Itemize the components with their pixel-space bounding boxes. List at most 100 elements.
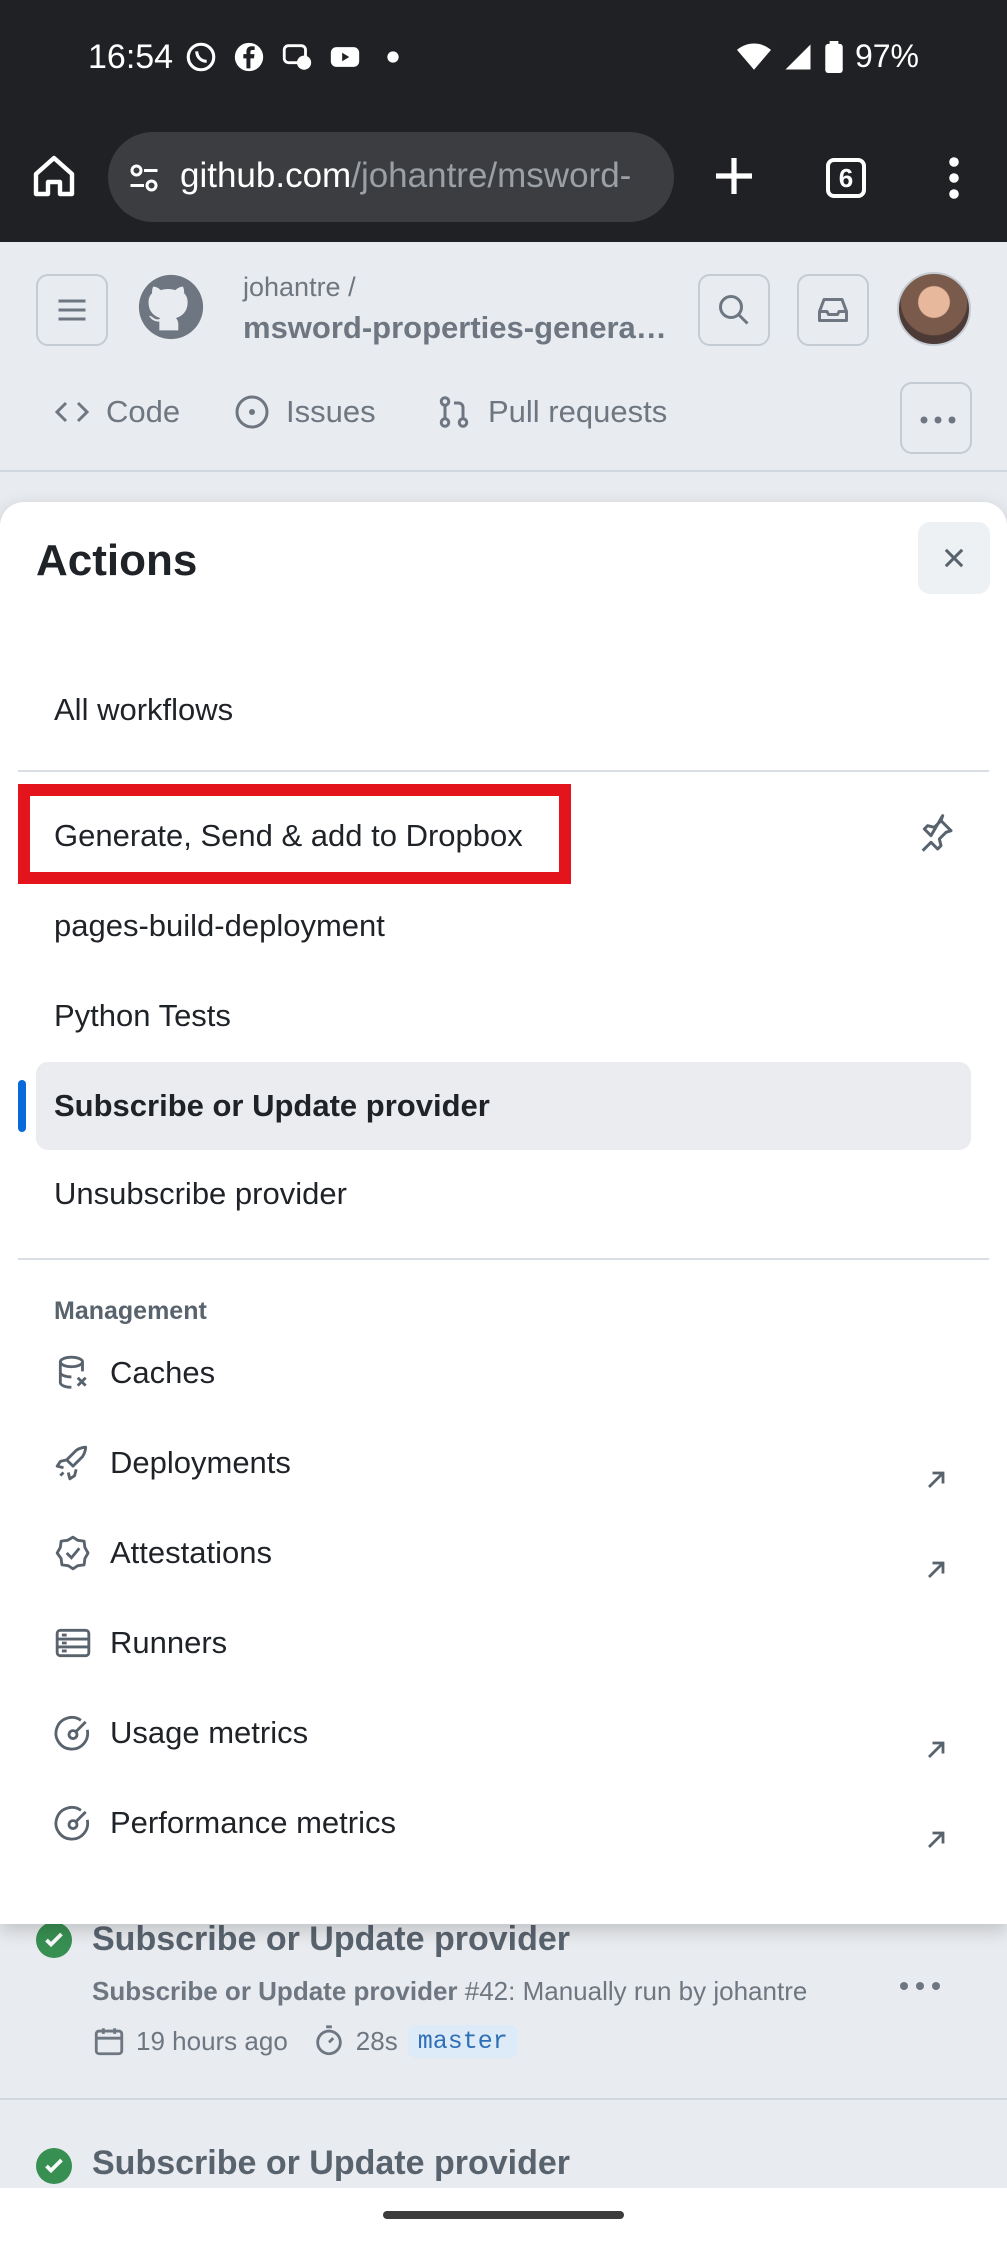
overflow-menu-icon[interactable] bbox=[940, 154, 968, 202]
management-item-usage-metrics[interactable]: Usage metrics bbox=[54, 1714, 308, 1752]
run-time-ago: 19 hours ago bbox=[136, 2025, 288, 2056]
messenger-icon bbox=[282, 44, 312, 70]
tab-code-label: Code bbox=[106, 394, 181, 429]
pull-request-icon bbox=[439, 396, 469, 428]
workflow-item[interactable]: Generate, Send & add to Dropbox bbox=[54, 818, 523, 854]
inbox-icon bbox=[818, 298, 848, 322]
branch-badge[interactable]: master bbox=[407, 2024, 518, 2058]
status-bar: 16:54 97% bbox=[0, 0, 1007, 118]
run-description: Subscribe or Update provider #42: Manual… bbox=[92, 1976, 807, 2007]
meter-icon bbox=[54, 1806, 90, 1841]
repo-name[interactable]: msword-properties-genera… bbox=[243, 310, 667, 346]
close-icon bbox=[944, 548, 964, 568]
kebab-horizontal-icon bbox=[920, 416, 956, 424]
selected-indicator bbox=[18, 1080, 26, 1132]
address-bar[interactable]: github.com/johantre/msword- bbox=[108, 132, 674, 222]
server-icon bbox=[55, 1628, 91, 1658]
tab-issues-label: Issues bbox=[286, 394, 376, 429]
site-settings-icon[interactable] bbox=[126, 160, 162, 196]
code-icon bbox=[54, 401, 90, 423]
browser-toolbar: github.com/johantre/msword- 6 bbox=[0, 118, 1007, 242]
close-button[interactable] bbox=[918, 522, 990, 594]
management-item-runners[interactable]: Runners bbox=[54, 1624, 227, 1662]
meter-icon bbox=[54, 1716, 90, 1751]
battery-icon bbox=[825, 40, 843, 73]
gesture-handle[interactable] bbox=[383, 2211, 624, 2219]
tab-issues[interactable]: Issues bbox=[234, 394, 376, 430]
workflow-item[interactable]: Python Tests bbox=[54, 998, 231, 1034]
tab-pull-requests[interactable]: Pull requests bbox=[436, 394, 667, 430]
workflow-item[interactable]: Unsubscribe provider bbox=[54, 1176, 347, 1212]
management-label: Runners bbox=[110, 1625, 228, 1660]
external-link-icon bbox=[928, 1471, 945, 1488]
divider bbox=[18, 1258, 989, 1260]
external-link-icon bbox=[928, 1561, 945, 1578]
verified-icon bbox=[55, 1535, 90, 1571]
youtube-icon bbox=[330, 47, 360, 67]
success-check-icon bbox=[36, 2148, 72, 2184]
run-duration: 28s bbox=[355, 2025, 398, 2056]
success-check-icon bbox=[36, 1922, 72, 1958]
status-time: 16:54 bbox=[88, 38, 174, 76]
more-tabs-button[interactable] bbox=[900, 382, 972, 454]
divider bbox=[18, 770, 989, 772]
url-text: github.com/johantre/msword- bbox=[180, 156, 631, 196]
signal-icon bbox=[785, 44, 811, 69]
management-item-caches[interactable]: Caches bbox=[54, 1354, 215, 1392]
avatar[interactable] bbox=[897, 272, 971, 346]
run-options-icon[interactable] bbox=[896, 1976, 944, 1996]
home-icon[interactable] bbox=[30, 152, 78, 200]
github-logo-icon[interactable] bbox=[136, 272, 206, 342]
battery-level: 97% bbox=[854, 38, 919, 74]
run-title[interactable]: Subscribe or Update provider bbox=[92, 2144, 570, 2183]
dot-icon bbox=[387, 51, 399, 63]
management-item-attestations[interactable]: Attestations bbox=[54, 1534, 272, 1572]
url-path: /johantre/msword- bbox=[351, 156, 632, 195]
management-heading: Management bbox=[54, 1297, 207, 1325]
external-link-icon bbox=[928, 1741, 945, 1758]
whatsapp-icon bbox=[186, 42, 216, 72]
management-label: Attestations bbox=[110, 1535, 272, 1570]
all-workflows-link[interactable]: All workflows bbox=[54, 692, 233, 728]
management-label: Caches bbox=[110, 1355, 216, 1390]
repo-header: johantre / msword-properties-genera… Cod… bbox=[0, 242, 1007, 472]
notification-icons bbox=[184, 40, 410, 74]
workflow-item[interactable]: pages-build-deployment bbox=[54, 908, 385, 944]
tab-switcher-button[interactable]: 6 bbox=[826, 158, 866, 198]
actions-sheet: Actions All workflows Generate, Send & a… bbox=[0, 502, 1007, 1924]
hamburger-button[interactable] bbox=[36, 274, 108, 346]
tab-code[interactable]: Code bbox=[54, 394, 180, 430]
database-icon bbox=[58, 1355, 87, 1389]
system-status: 97% bbox=[736, 38, 919, 75]
management-label: Performance metrics bbox=[110, 1805, 396, 1840]
url-host: github.com bbox=[180, 156, 352, 195]
run-divider bbox=[0, 2098, 1007, 2100]
search-icon bbox=[719, 295, 749, 325]
issue-icon bbox=[235, 395, 269, 429]
facebook-icon bbox=[234, 42, 264, 72]
management-item-deployments[interactable]: Deployments bbox=[54, 1444, 291, 1482]
run-title[interactable]: Subscribe or Update provider bbox=[92, 1920, 570, 1959]
run-workflow-name: Subscribe or Update provider bbox=[92, 1976, 458, 2006]
management-label: Deployments bbox=[110, 1445, 291, 1480]
wifi-icon bbox=[736, 43, 771, 70]
rocket-icon bbox=[55, 1445, 88, 1481]
sheet-title: Actions bbox=[36, 536, 198, 585]
search-button[interactable] bbox=[698, 274, 770, 346]
pin-icon[interactable] bbox=[916, 814, 956, 854]
external-link-icon bbox=[928, 1831, 945, 1848]
repo-owner[interactable]: johantre / bbox=[243, 272, 356, 303]
management-label: Usage metrics bbox=[110, 1715, 309, 1750]
management-item-performance-metrics[interactable]: Performance metrics bbox=[54, 1804, 396, 1842]
system-navigation-bar bbox=[0, 2188, 1007, 2243]
workflow-item-selected[interactable]: Subscribe or Update provider bbox=[54, 1088, 490, 1124]
hamburger-icon bbox=[58, 299, 86, 321]
stopwatch-icon bbox=[316, 2025, 342, 2056]
tab-pull-requests-label: Pull requests bbox=[488, 394, 668, 429]
calendar-icon bbox=[94, 2028, 124, 2056]
inbox-button[interactable] bbox=[797, 274, 869, 346]
new-tab-icon[interactable] bbox=[710, 152, 758, 200]
run-meta: 19 hours ago 28s master bbox=[92, 2024, 518, 2058]
run-detail: #42: Manually run by johantre bbox=[464, 1976, 808, 2006]
repo-nav: Code Issues Pull requests bbox=[0, 382, 1007, 454]
